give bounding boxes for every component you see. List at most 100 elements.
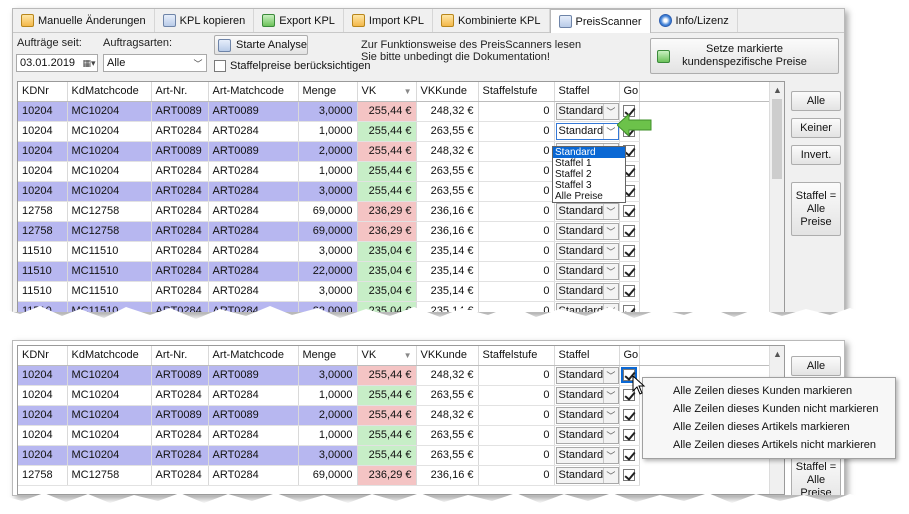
scrollbar-thumb[interactable]	[772, 99, 782, 179]
chevron-down-icon[interactable]: ﹀	[603, 367, 617, 383]
select-all-button[interactable]: Alle	[791, 91, 841, 111]
staffel-option-3[interactable]: Staffel 3	[553, 180, 625, 191]
table-row[interactable]: 10204 MC10204 ART0284 ART0284 3,0000 255,44 €…	[18, 181, 770, 202]
staffel-option-alle-preise[interactable]: Alle Preise	[553, 191, 625, 202]
chevron-down-icon[interactable]: ﹀	[603, 387, 617, 403]
cell-staffel[interactable]: Standard﹀	[554, 405, 620, 426]
column-header[interactable]: KDNr	[18, 346, 68, 366]
staffel-all-prices-button[interactable]: Staffel = Alle Preise	[791, 182, 841, 236]
staffel-option-1[interactable]: Staffel 1	[553, 158, 625, 169]
cell-staffel[interactable]: Standard﹀	[554, 385, 620, 406]
go-context-menu[interactable]: Alle Zeilen dieses Kunden markieren Alle…	[642, 377, 896, 459]
staffel-select[interactable]: Standard﹀	[555, 222, 618, 240]
cell-staffel[interactable]: Standard﹀	[554, 465, 620, 486]
column-header[interactable]: Art-Nr.	[151, 82, 209, 102]
column-header[interactable]: VK ▼	[357, 82, 417, 102]
tab-kpl-kopieren[interactable]: KPL kopieren	[155, 9, 255, 32]
menu-mark-customer-rows[interactable]: Alle Zeilen dieses Kunden markieren	[643, 382, 895, 400]
tab-export-kpl[interactable]: Export KPL	[254, 9, 344, 32]
table-row[interactable]: 12758 MC12758 ART0284 ART0284 69,0000 236,29 …	[18, 221, 770, 242]
cell-staffel[interactable]: Standard﹀	[554, 201, 620, 222]
column-header[interactable]: Art-Matchcode	[208, 346, 299, 366]
menu-mark-article-rows[interactable]: Alle Zeilen dieses Artikels markieren	[643, 418, 895, 436]
cell-staffel[interactable]: Standard﹀	[554, 445, 620, 466]
scroll-up-icon[interactable]: ▲	[770, 82, 784, 97]
table-row[interactable]: 10204 MC10204 ART0284 ART0284 1,0000 255,44 €…	[18, 161, 770, 182]
cell-staffel[interactable]: Standard﹀	[554, 121, 620, 142]
staffel-select[interactable]: Standard﹀	[555, 426, 618, 444]
tab-preisscanner[interactable]: PreisScanner	[549, 9, 651, 33]
go-checkbox[interactable]	[623, 205, 635, 218]
chevron-down-icon[interactable]: ﹀	[603, 103, 617, 119]
tab-info-lizenz[interactable]: Info/Lizenz	[651, 9, 738, 32]
cell-staffel[interactable]: Standard﹀	[554, 101, 620, 122]
table-row[interactable]: 12758 MC12758 ART0284 ART0284 69,0000 236,29 …	[18, 465, 770, 486]
staffel-select[interactable]: Standard﹀	[555, 122, 618, 140]
vertical-scrollbar[interactable]: ▲	[769, 82, 784, 312]
go-checkbox[interactable]	[623, 285, 635, 298]
chevron-down-icon[interactable]: ﹀	[603, 407, 617, 423]
cell-go[interactable]	[619, 221, 640, 242]
cell-go[interactable]	[619, 465, 640, 486]
set-customer-prices-button[interactable]: Setze markierte kundenspezifische Preise	[650, 38, 839, 74]
staffelpreise-checkbox[interactable]	[214, 60, 226, 72]
cell-staffel[interactable]: Standard﹀	[554, 261, 620, 282]
date-picker[interactable]: 03.01.2019 ▦▾	[16, 54, 98, 72]
table-row[interactable]: 11510MC11510ART0284ART028422,0000235,04 …	[18, 261, 770, 282]
table-row[interactable]: 11510 MC11510 ART0284 ART0284 3,0000 235,04 €…	[18, 241, 770, 262]
table-row[interactable]: 10204 MC10204 ART0089 ART0089 3,0000 255,44 €…	[18, 101, 770, 122]
column-header[interactable]: Staffelstufe	[478, 346, 555, 366]
chevron-down-icon[interactable]: ﹀	[603, 283, 617, 299]
table-row[interactable]: 12758 MC12758 ART0284 ART0284 69,0000 236,29 …	[18, 201, 770, 222]
tab-import-kpl[interactable]: Import KPL	[344, 9, 433, 32]
table-row[interactable]: 11510 MC11510 ART0284 ART0284 3,0000 235,04 €…	[18, 281, 770, 302]
column-header[interactable]: Staffel	[554, 346, 620, 366]
cell-go[interactable]	[619, 201, 640, 222]
start-analysis-button[interactable]: Starte Analyse	[214, 35, 308, 55]
tab-kombinierte-kpl[interactable]: Kombinierte KPL	[433, 9, 550, 32]
staffel-dropdown-list[interactable]: Standard Staffel 1 Staffel 2 Staffel 3 A…	[552, 146, 626, 203]
table-row[interactable]: 10204 MC10204 ART0089 ART0089 2,0000 255,44 €…	[18, 141, 770, 162]
staffel-option-2[interactable]: Staffel 2	[553, 169, 625, 180]
staffel-select[interactable]: Standard﹀	[555, 386, 618, 404]
column-header[interactable]: Staffel	[554, 82, 620, 102]
table-row[interactable]: 10204 MC10204 ART0284 ART0284 1,0000 255,44 €…	[18, 121, 770, 142]
calendar-icon[interactable]: ▦▾	[81, 55, 97, 71]
go-checkbox[interactable]	[623, 225, 635, 238]
go-checkbox[interactable]	[623, 449, 635, 462]
chevron-down-icon[interactable]: ﹀	[603, 243, 617, 259]
column-header[interactable]: Go	[619, 82, 640, 102]
staffel-option-standard[interactable]: Standard	[553, 147, 625, 158]
chevron-down-icon[interactable]: ﹀	[603, 263, 617, 279]
menu-unmark-article-rows[interactable]: Alle Zeilen dieses Artikels nicht markie…	[643, 436, 895, 454]
staffel-select[interactable]: Standard﹀	[555, 262, 618, 280]
tab-manuelle-aenderungen[interactable]: Manuelle Änderungen	[13, 9, 155, 32]
staffel-select[interactable]: Standard﹀	[555, 102, 618, 120]
column-header[interactable]: VKKunde	[416, 82, 479, 102]
scroll-up-icon[interactable]: ▲	[770, 346, 784, 361]
staffel-select[interactable]: Standard﹀	[555, 366, 618, 384]
go-checkbox[interactable]	[623, 245, 635, 258]
column-header[interactable]: KdMatchcode	[67, 82, 152, 102]
staffelpreise-option[interactable]: Staffelpreise berücksichtigen	[214, 60, 370, 72]
cell-go[interactable]	[619, 281, 640, 302]
cell-staffel[interactable]: Standard﹀	[554, 221, 620, 242]
cell-go[interactable]	[619, 241, 640, 262]
staffel-select[interactable]: Standard﹀	[555, 242, 618, 260]
go-checkbox[interactable]	[623, 265, 635, 278]
column-header[interactable]: KDNr	[18, 82, 68, 102]
column-header[interactable]: Go	[619, 346, 640, 366]
menu-unmark-customer-rows[interactable]: Alle Zeilen dieses Kunden nicht markiere…	[643, 400, 895, 418]
cell-go[interactable]	[619, 405, 640, 426]
chevron-down-icon[interactable]: ﹀	[603, 223, 617, 239]
column-header[interactable]: Staffelstufe	[478, 82, 555, 102]
chevron-down-icon[interactable]: ﹀	[603, 427, 617, 443]
price-grid[interactable]: KDNr KdMatchcode Art-Nr. Art-Matchcode Menge…	[17, 81, 785, 312]
cell-go[interactable]	[619, 445, 640, 466]
chevron-down-icon[interactable]: ﹀	[603, 123, 617, 139]
column-header[interactable]: Art-Nr.	[151, 346, 209, 366]
staffel-select[interactable]: Standard﹀	[555, 446, 618, 464]
staffel-select[interactable]: Standard﹀	[555, 466, 618, 484]
column-header[interactable]: Art-Matchcode	[208, 82, 299, 102]
invert-selection-button[interactable]: Invert.	[791, 145, 841, 165]
